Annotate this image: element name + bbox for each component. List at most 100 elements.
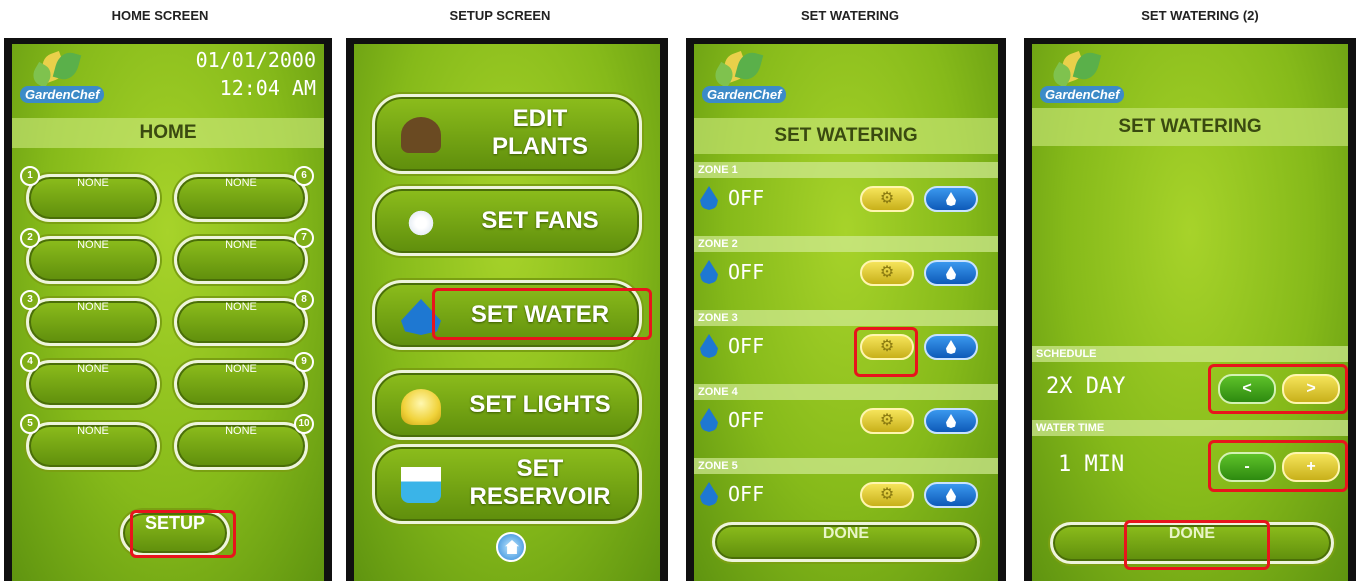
home-button[interactable] bbox=[496, 532, 526, 562]
plant-slot-label: NONE bbox=[77, 363, 109, 375]
page-title: SET WATERING bbox=[694, 118, 998, 154]
zone-2-label: ZONE 2 bbox=[694, 236, 998, 252]
slot-number-badge: 8 bbox=[294, 290, 314, 310]
water-drop-icon bbox=[946, 192, 956, 206]
slot-number-badge: 1 bbox=[20, 166, 40, 186]
set-watering-panel: GardenChef SET WATERING ZONE 1 OFF ⚙ ZON… bbox=[686, 38, 1006, 581]
done-button[interactable]: DONE bbox=[1050, 522, 1334, 564]
plant-slot-label: NONE bbox=[77, 425, 109, 437]
logo-text: GardenChef bbox=[1040, 86, 1125, 103]
slot-number-badge: 10 bbox=[294, 414, 314, 434]
plant-slot-2[interactable]: NONE bbox=[26, 236, 160, 284]
slot-number-badge: 2 bbox=[20, 228, 40, 248]
zone-status: OFF bbox=[728, 186, 765, 210]
gear-icon: ⚙ bbox=[879, 190, 895, 207]
set-watering-2-panel: GardenChef SET WATERING SCHEDULE 2X DAY … bbox=[1024, 38, 1356, 581]
zone-4-row: OFF ⚙ bbox=[694, 402, 998, 440]
plant-slot-label: NONE bbox=[77, 239, 109, 251]
water-drop-icon bbox=[946, 266, 956, 280]
zone-status: OFF bbox=[728, 334, 765, 358]
water-drop-icon bbox=[700, 482, 718, 506]
zone-3-water-now-button[interactable] bbox=[924, 334, 978, 360]
slot-number-badge: 7 bbox=[294, 228, 314, 248]
setup-button-label: EDIT bbox=[512, 105, 568, 132]
caption-setup: SETUP SCREEN bbox=[449, 8, 551, 23]
zone-1-water-now-button[interactable] bbox=[924, 186, 978, 212]
setup-button-label: SET WATER bbox=[470, 301, 610, 328]
gardenchef-logo: GardenChef bbox=[20, 49, 108, 112]
zone-5-label: ZONE 5 bbox=[694, 458, 998, 474]
set-water-button[interactable]: SET WATER bbox=[372, 280, 642, 350]
slot-number-badge: 6 bbox=[294, 166, 314, 186]
caption-set-watering: SET WATERING bbox=[801, 8, 899, 23]
fan-icon bbox=[401, 205, 441, 241]
water-drop-icon bbox=[700, 186, 718, 210]
plus-icon: + bbox=[1306, 458, 1316, 475]
set-lights-button[interactable]: SET LIGHTS bbox=[372, 370, 642, 440]
plant-slot-10[interactable]: NONE bbox=[174, 422, 308, 470]
set-reservoir-button[interactable]: SET RESERVOIR bbox=[372, 444, 642, 524]
schedule-prev-button[interactable]: < bbox=[1218, 374, 1276, 404]
chevron-left-icon: < bbox=[1242, 380, 1252, 397]
schedule-label: SCHEDULE bbox=[1032, 346, 1348, 362]
zone-3-settings-button[interactable]: ⚙ bbox=[860, 334, 914, 360]
setup-button[interactable]: SETUP bbox=[120, 510, 230, 556]
time-display: 12:04 AM bbox=[219, 76, 316, 100]
water-time-minus-button[interactable]: - bbox=[1218, 452, 1276, 482]
zone-5-water-now-button[interactable] bbox=[924, 482, 978, 508]
zone-status: OFF bbox=[728, 408, 765, 432]
water-drop-icon bbox=[401, 299, 441, 335]
set-watering-2-screen: GardenChef SET WATERING SCHEDULE 2X DAY … bbox=[1032, 44, 1348, 581]
chevron-right-icon: > bbox=[1306, 380, 1316, 397]
gear-icon: ⚙ bbox=[879, 338, 895, 355]
gear-icon: ⚙ bbox=[879, 486, 895, 503]
zone-2-settings-button[interactable]: ⚙ bbox=[860, 260, 914, 286]
zone-status: OFF bbox=[728, 260, 765, 284]
zone-2-water-now-button[interactable] bbox=[924, 260, 978, 286]
setup-button-label: SETUP bbox=[144, 513, 205, 533]
plant-slot-1[interactable]: NONE bbox=[26, 174, 160, 222]
gardenchef-logo: GardenChef bbox=[1040, 49, 1128, 112]
zone-4-settings-button[interactable]: ⚙ bbox=[860, 408, 914, 434]
page-title: HOME bbox=[12, 118, 324, 148]
water-time-plus-button[interactable]: + bbox=[1282, 452, 1340, 482]
water-drop-icon bbox=[700, 408, 718, 432]
setup-screen-panel: EDIT PLANTS SET FANS SET WATER SET LIGHTS SET… bbox=[346, 38, 668, 581]
water-drop-icon bbox=[946, 414, 956, 428]
zone-1-settings-button[interactable]: ⚙ bbox=[860, 186, 914, 212]
zone-5-settings-button[interactable]: ⚙ bbox=[860, 482, 914, 508]
plant-slot-5[interactable]: NONE bbox=[26, 422, 160, 470]
schedule-value: 2X DAY bbox=[1046, 374, 1126, 399]
logo-text: GardenChef bbox=[702, 86, 787, 103]
water-drop-icon bbox=[700, 260, 718, 284]
edit-plants-button[interactable]: EDIT PLANTS bbox=[372, 94, 642, 174]
minus-icon: - bbox=[1244, 458, 1250, 475]
plant-slot-label: NONE bbox=[77, 177, 109, 189]
zone-3-row: OFF ⚙ bbox=[694, 328, 998, 366]
plant-slot-7[interactable]: NONE bbox=[174, 236, 308, 284]
set-fans-button[interactable]: SET FANS bbox=[372, 186, 642, 256]
schedule-next-button[interactable]: > bbox=[1282, 374, 1340, 404]
zone-4-water-now-button[interactable] bbox=[924, 408, 978, 434]
plant-slot-6[interactable]: NONE bbox=[174, 174, 308, 222]
caption-home: HOME SCREEN bbox=[111, 8, 209, 23]
plant-slot-4[interactable]: NONE bbox=[26, 360, 160, 408]
zone-2-row: OFF ⚙ bbox=[694, 254, 998, 292]
page-title: SET WATERING bbox=[1032, 108, 1348, 146]
done-button[interactable]: DONE bbox=[712, 522, 980, 562]
zone-3-label: ZONE 3 bbox=[694, 310, 998, 326]
done-button-label: DONE bbox=[822, 525, 870, 542]
home-icon bbox=[505, 540, 519, 554]
plant-slot-8[interactable]: NONE bbox=[174, 298, 308, 346]
reservoir-icon bbox=[401, 467, 441, 503]
date-display: 01/01/2000 bbox=[195, 48, 316, 72]
water-drop-icon bbox=[700, 334, 718, 358]
zone-status: OFF bbox=[728, 482, 765, 506]
plant-slot-3[interactable]: NONE bbox=[26, 298, 160, 346]
setup-button-label-line2: PLANTS bbox=[492, 133, 588, 160]
slot-number-badge: 4 bbox=[20, 352, 40, 372]
zone-4-label: ZONE 4 bbox=[694, 384, 998, 400]
setup-button-label-line2: RESERVOIR bbox=[469, 483, 611, 510]
plant-slot-9[interactable]: NONE bbox=[174, 360, 308, 408]
home-screen-panel: GardenChef 01/01/2000 12:04 AM HOME NONE… bbox=[4, 38, 332, 581]
